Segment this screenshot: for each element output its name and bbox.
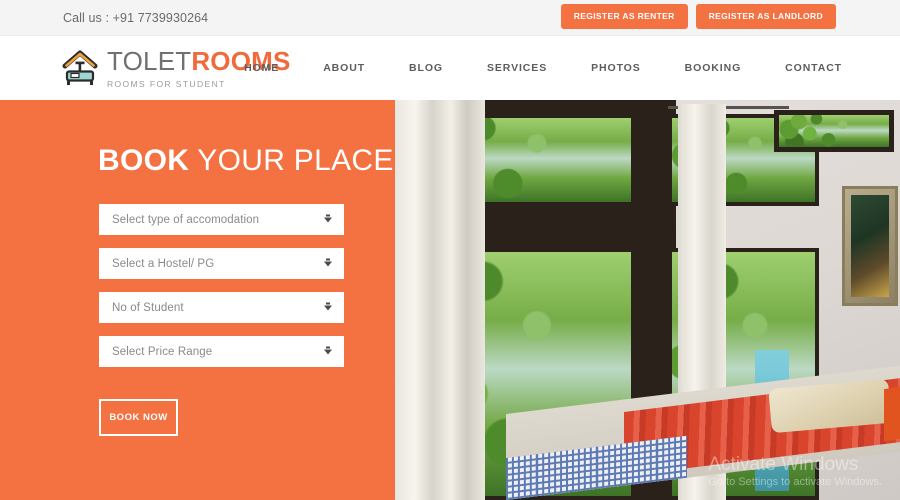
chevron-down-icon [324, 258, 332, 266]
booking-panel: BOOK YOUR PLACE Select type of accomodat… [0, 100, 395, 500]
price-range-value: Select Price Range [112, 345, 213, 358]
hero-section: BOOK YOUR PLACE Select type of accomodat… [0, 100, 900, 500]
nav-item-booking[interactable]: BOOKING [663, 62, 763, 74]
booking-form: Select type of accomodation Select a Hos… [99, 204, 395, 367]
nav-item-home[interactable]: HOME [222, 62, 301, 74]
hero-heading-bold: BOOK [98, 144, 190, 177]
accommodation-type-value: Select type of accomodation [112, 213, 260, 226]
number-of-students-select[interactable]: No of Student [99, 292, 344, 323]
wall-art-frame [842, 186, 898, 306]
top-utility-bar: Call us : +91 7739930264 REGISTER AS REN… [0, 0, 900, 36]
register-as-renter-button[interactable]: REGISTER AS RENTER [560, 4, 688, 29]
bed-orange-edge [884, 386, 900, 442]
hostel-pg-select[interactable]: Select a Hostel/ PG [99, 248, 344, 279]
curtain-left [395, 100, 485, 500]
nav-item-contact[interactable]: CONTACT [763, 62, 842, 74]
nav-item-about[interactable]: ABOUT [301, 62, 387, 74]
hero-image: Activate Windows Go to Settings to activ… [395, 100, 900, 500]
nav-item-services[interactable]: SERVICES [465, 62, 569, 74]
bed [506, 365, 900, 500]
nav-item-blog[interactable]: BLOG [387, 62, 465, 74]
chevron-down-icon [324, 346, 332, 354]
hostel-pg-value: Select a Hostel/ PG [112, 257, 215, 270]
accommodation-type-select[interactable]: Select type of accomodation [99, 204, 344, 235]
hero-heading-light: YOUR PLACE [189, 144, 394, 177]
brand-word-tolet: TOLET [107, 45, 192, 76]
side-window [774, 110, 894, 152]
chevron-down-icon [324, 302, 332, 310]
chevron-down-icon [324, 214, 332, 222]
topbar-action-buttons: REGISTER AS RENTER REGISTER AS LANDLORD [560, 4, 836, 29]
house-bed-icon [62, 50, 98, 85]
brand-tagline: ROOMS FOR STUDENT [107, 78, 226, 89]
site-header: TOLETROOMS ROOMS FOR STUDENT HOME ABOUT … [0, 36, 900, 100]
call-us-text: Call us : +91 7739930264 [63, 10, 209, 25]
hero-heading: BOOK YOUR PLACE [98, 146, 395, 176]
number-of-students-value: No of Student [112, 301, 184, 314]
main-navigation: HOME ABOUT BLOG SERVICES PHOTOS BOOKING … [222, 62, 842, 74]
nav-item-photos[interactable]: PHOTOS [569, 62, 663, 74]
page-root: Call us : +91 7739930264 REGISTER AS REN… [0, 0, 900, 500]
register-as-landlord-button[interactable]: REGISTER AS LANDLORD [695, 4, 836, 29]
price-range-select[interactable]: Select Price Range [99, 336, 344, 367]
book-now-button[interactable]: BOOK NOW [99, 399, 178, 436]
bedroom-photo: Activate Windows Go to Settings to activ… [395, 100, 900, 500]
